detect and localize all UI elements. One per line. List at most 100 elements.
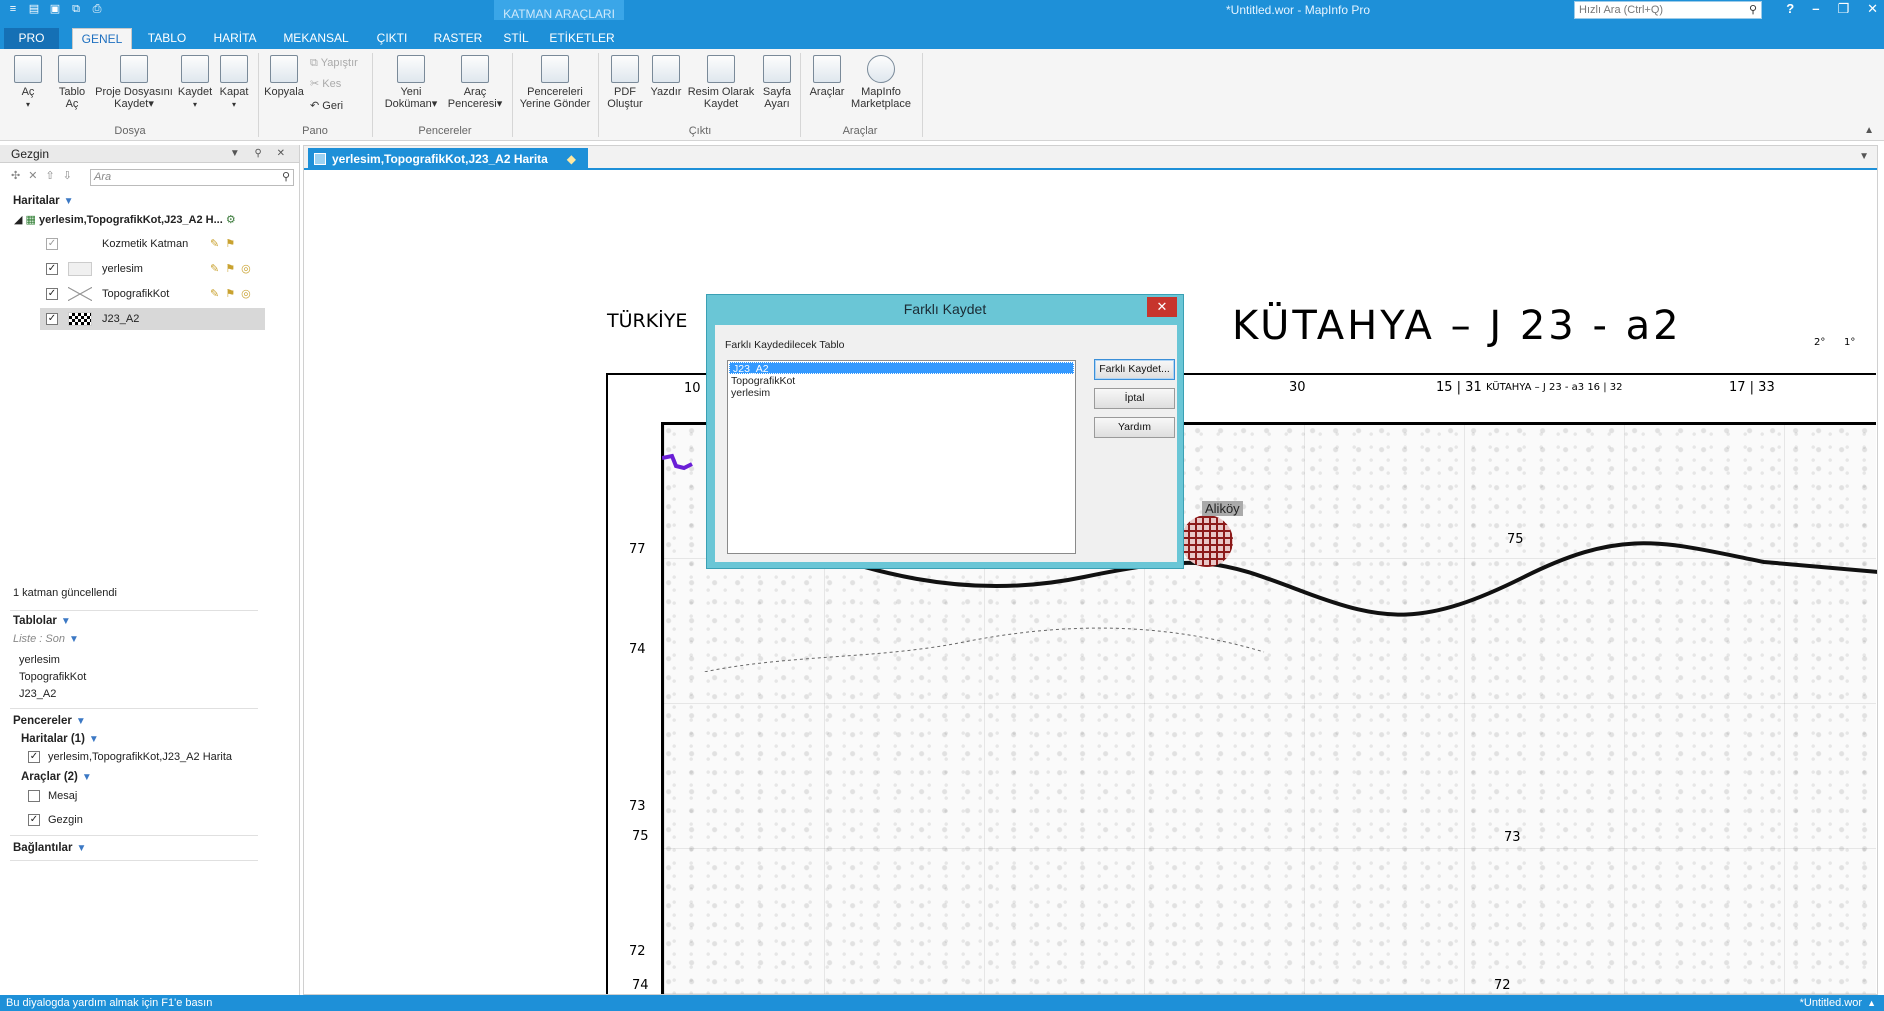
- table-listbox[interactable]: J23_A2 TopografikKot yerlesim: [727, 360, 1076, 554]
- navigator-toolbar[interactable]: ✣✕⇧⇩: [11, 169, 80, 182]
- layer-visibility-checkbox[interactable]: ✓: [46, 313, 58, 325]
- tab-raster[interactable]: RASTER: [428, 28, 488, 49]
- tools-button[interactable]: Araçlar: [806, 55, 848, 98]
- layer-row-topografikkot[interactable]: ✓ TopografikKot ✎⚑◎: [40, 283, 265, 305]
- message-window-item[interactable]: Mesaj: [48, 790, 77, 802]
- tab-harita[interactable]: HARİTA: [206, 28, 264, 49]
- search-icon[interactable]: ⚲: [282, 170, 290, 185]
- copy-icon[interactable]: ⧉: [69, 2, 83, 16]
- print-button[interactable]: Yazdır: [648, 55, 684, 98]
- tab-cikti[interactable]: ÇIKTI: [368, 28, 416, 49]
- maps-section-header[interactable]: Haritalar ▼: [13, 195, 74, 207]
- windows-section-header[interactable]: Pencereler ▼: [13, 715, 86, 727]
- print-label: Yazdır: [650, 86, 682, 98]
- layer-row-cosmetic[interactable]: ✓ Kozmetik Katman ✎⚑: [40, 233, 265, 255]
- copy-icon: [270, 55, 298, 83]
- cancel-button[interactable]: İptal: [1094, 388, 1175, 409]
- close-button[interactable]: ✕: [1867, 1, 1878, 17]
- tool-window-button[interactable]: Araç Penceresi▾: [444, 55, 506, 110]
- cut-button[interactable]: ✂ Kes: [310, 77, 341, 90]
- collapse-ribbon-icon[interactable]: ▲: [1864, 125, 1874, 136]
- cut-label: Kes: [322, 78, 342, 90]
- app-menu-icon[interactable]: ≡: [6, 2, 20, 16]
- tab-etiketler[interactable]: ETİKETLER: [546, 28, 618, 49]
- print-icon[interactable]: ⎙: [90, 2, 104, 16]
- coord-tick: KÜTAHYA – J 23 - a3 16 | 32: [1486, 382, 1623, 393]
- save-as-button[interactable]: Farklı Kaydet...: [1094, 359, 1175, 380]
- divider: [10, 708, 258, 709]
- tab-mekansal[interactable]: MEKANSAL: [276, 28, 356, 49]
- connections-section-label: Bağlantılar: [13, 842, 73, 854]
- open-table-button[interactable]: Tablo Aç: [54, 55, 90, 110]
- close-table-button[interactable]: Kapat ▾: [216, 55, 252, 111]
- panel-controls[interactable]: ▼ ⚲ ✕: [230, 145, 291, 163]
- save-workspace-button[interactable]: Proje Dosyasını Kaydet▾: [92, 55, 176, 110]
- marketplace-button[interactable]: MapInfo Marketplace: [846, 55, 916, 110]
- tab-pro[interactable]: PRO: [4, 28, 59, 49]
- layer-edit-icons[interactable]: ✎⚑◎: [210, 283, 257, 305]
- status-message: Bu diyalogda yardım almak için F1'e bası…: [6, 997, 213, 1009]
- settlement-polygon[interactable]: [1181, 515, 1233, 567]
- open-icon[interactable]: ▤: [27, 2, 41, 16]
- create-pdf-label-2: Oluştur: [607, 98, 643, 110]
- navigator-search-input[interactable]: Ara ⚲: [90, 169, 294, 186]
- create-pdf-button[interactable]: PDF Oluştur: [604, 55, 646, 110]
- tab-stil[interactable]: STİL: [498, 28, 534, 49]
- paste-button[interactable]: ⧉ Yapıştır: [310, 57, 358, 70]
- print-icon: [652, 55, 680, 83]
- pin-icon[interactable]: ◆: [567, 148, 576, 170]
- map-tree-node[interactable]: ◢ ▦ yerlesim,TopografikKot,J23_A2 H... ⚙: [14, 213, 236, 226]
- list-item[interactable]: J23_A2: [729, 362, 1074, 375]
- coord-tick: 15 | 31: [1436, 380, 1482, 395]
- help-button[interactable]: Yardım: [1094, 417, 1175, 438]
- undo-button[interactable]: ↶ Geri: [310, 99, 343, 112]
- open-button[interactable]: Aç ▾: [10, 55, 46, 111]
- save-button[interactable]: Kaydet ▾: [176, 55, 214, 111]
- layer-edit-icons[interactable]: ✎⚑◎: [210, 258, 257, 280]
- save-as-image-button[interactable]: Resim Olarak Kaydet: [686, 55, 756, 110]
- map-window-item[interactable]: yerlesim,TopografikKot,J23_A2 Harita: [48, 751, 232, 763]
- list-item[interactable]: TopografikKot: [728, 375, 1075, 387]
- document-tab[interactable]: yerlesim,TopografikKot,J23_A2 Harita ◆: [308, 148, 588, 170]
- group-separator: [800, 53, 801, 137]
- document-tab-title: yerlesim,TopografikKot,J23_A2 Harita: [332, 152, 548, 166]
- minimize-button[interactable]: –: [1812, 1, 1819, 17]
- layer-row-yerlesim[interactable]: ✓ yerlesim ✎⚑◎: [40, 258, 265, 280]
- copy-button[interactable]: Kopyala: [262, 55, 306, 98]
- navigator-window-checkbox[interactable]: ✓: [28, 814, 40, 826]
- layer-edit-icons[interactable]: ✎⚑: [210, 233, 241, 255]
- connections-section-header[interactable]: Bağlantılar ▼: [13, 842, 86, 854]
- layer-visibility-checkbox[interactable]: ✓: [46, 288, 58, 300]
- copy-label: Kopyala: [264, 86, 304, 98]
- tools-group-label: Araçlar (2): [21, 771, 78, 783]
- maps-group-header[interactable]: Haritalar (1) ▼: [21, 733, 99, 745]
- table-item[interactable]: yerlesim: [19, 654, 60, 666]
- dialog-close-button[interactable]: ✕: [1147, 297, 1177, 317]
- quick-search-input[interactable]: Hızlı Ara (Ctrl+Q) ⚲: [1574, 1, 1762, 19]
- layer-row-j23a2[interactable]: ✓ J23_A2: [40, 308, 265, 330]
- restore-button[interactable]: ❐: [1837, 1, 1849, 17]
- new-document-button[interactable]: Yeni Doküman▾: [380, 55, 442, 110]
- tables-section-header[interactable]: Tablolar ▼: [13, 615, 71, 627]
- tab-genel[interactable]: GENEL: [72, 28, 132, 49]
- table-item[interactable]: J23_A2: [19, 688, 56, 700]
- map-window-checkbox[interactable]: ✓: [28, 751, 40, 763]
- navigator-window-item[interactable]: Gezgin: [48, 814, 83, 826]
- table-item[interactable]: TopografikKot: [19, 671, 86, 683]
- layer-visibility-checkbox[interactable]: ✓: [46, 238, 58, 250]
- page-setup-button[interactable]: Sayfa Ayarı: [758, 55, 796, 110]
- search-icon[interactable]: ⚲: [1749, 2, 1757, 18]
- layer-visibility-checkbox[interactable]: ✓: [46, 263, 58, 275]
- layer-settings-icon[interactable]: ⚙: [226, 214, 236, 226]
- help-button[interactable]: ?: [1786, 1, 1794, 17]
- group-separator: [512, 53, 513, 137]
- send-windows-button[interactable]: Pencereleri Yerine Gönder: [514, 55, 596, 110]
- chevron-up-icon[interactable]: ▲: [1867, 995, 1876, 1011]
- tab-tablo[interactable]: TABLO: [140, 28, 194, 49]
- tools-group-header[interactable]: Araçlar (2) ▼: [21, 771, 92, 783]
- list-item[interactable]: yerlesim: [728, 387, 1075, 399]
- document-menu-icon[interactable]: ▼: [1859, 151, 1869, 162]
- list-mode-dropdown[interactable]: Liste : Son ▼: [13, 633, 79, 645]
- message-window-checkbox[interactable]: [28, 790, 40, 802]
- save-icon[interactable]: ▣: [48, 2, 62, 16]
